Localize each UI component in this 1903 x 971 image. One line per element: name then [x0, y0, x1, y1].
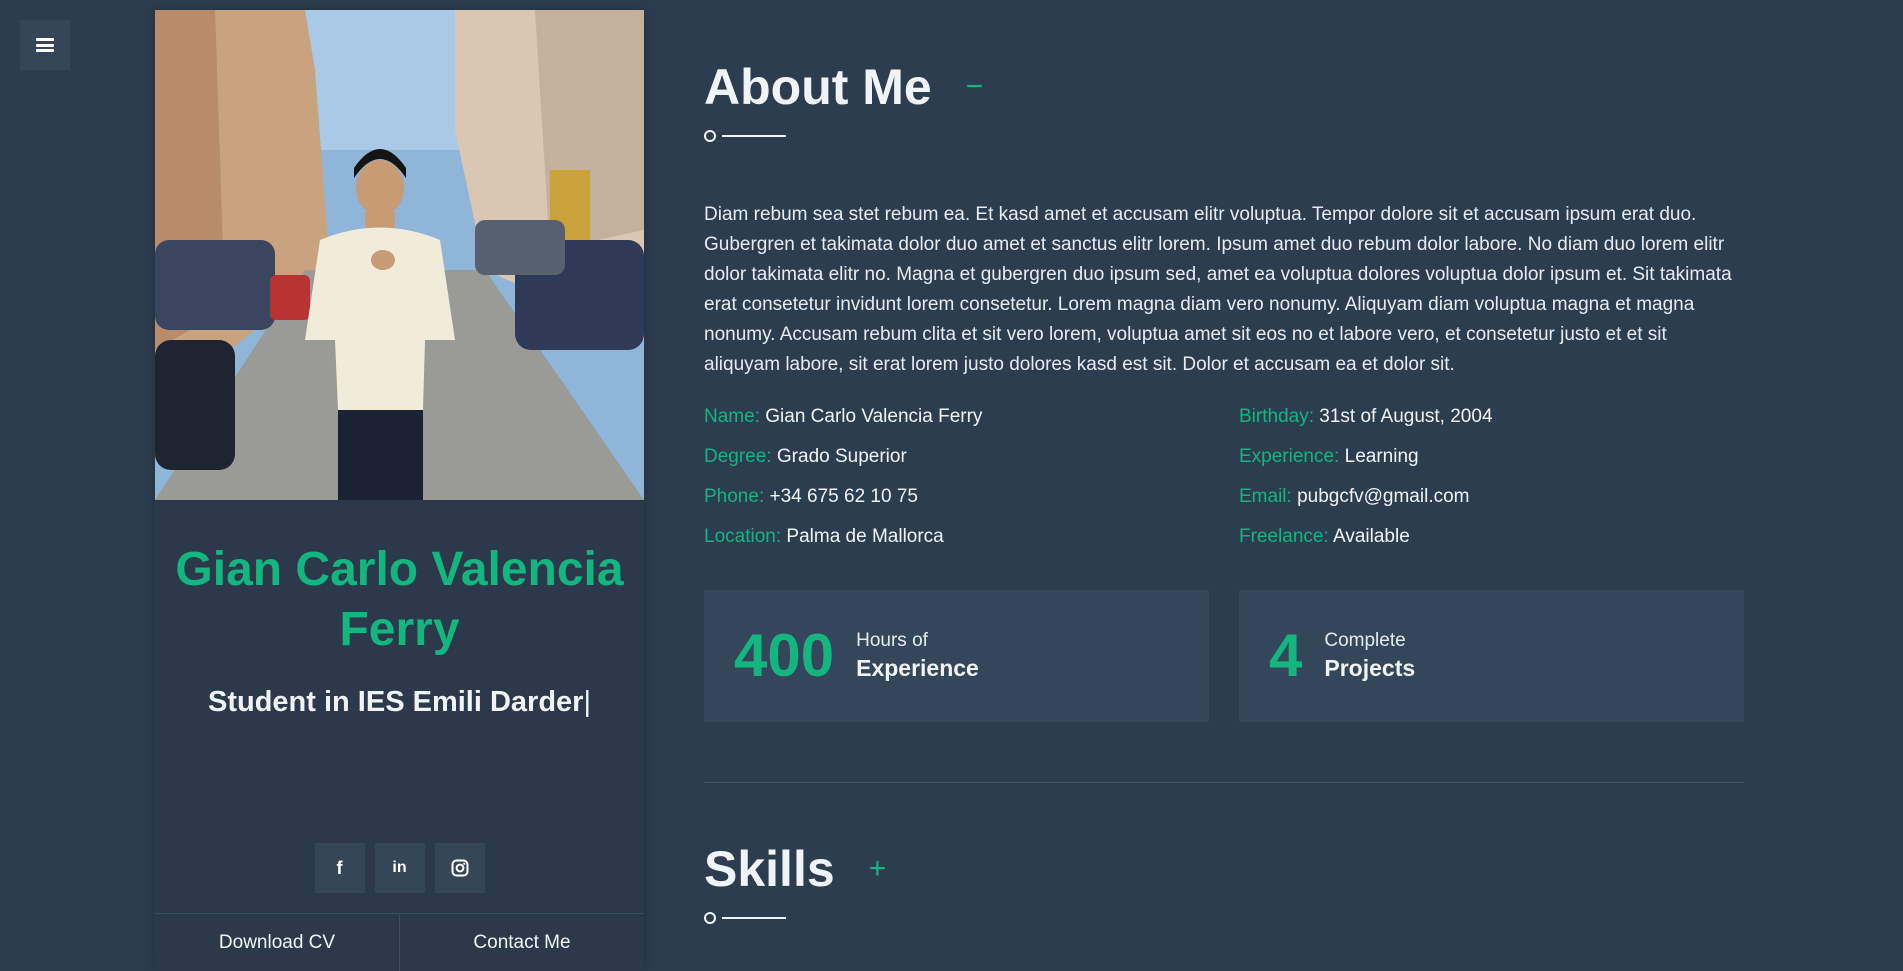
typing-cursor: | — [583, 686, 591, 718]
profile-role: Student in IES Emili Darder| — [155, 682, 644, 722]
skills-title: Skills — [704, 841, 835, 897]
info-name: Name: Gian Carlo Valencia Ferry — [704, 406, 983, 427]
expand-icon[interactable]: + — [869, 852, 887, 886]
info-freelance: Freelance: Available — [1239, 526, 1410, 547]
info-grid: Name: Gian Carlo Valencia Ferry Birthday… — [704, 405, 1744, 549]
stat-hours: 400 Hours of Experience — [704, 590, 1209, 722]
contact-me-button[interactable]: Contact Me — [399, 914, 644, 971]
stat-projects: 4 Complete Projects — [1239, 590, 1744, 722]
linkedin-icon: in — [392, 859, 407, 876]
stats: 400 Hours of Experience 4 Complete Proje… — [704, 590, 1744, 722]
stat-hours-number: 400 — [734, 622, 835, 689]
profile-role-text: Student in IES Emili Darder — [207, 686, 584, 718]
info-degree: Degree: Grado Superior — [704, 446, 907, 467]
stat-projects-number: 4 — [1269, 622, 1303, 689]
skills-section-header: Skills + — [704, 840, 886, 924]
about-title: About Me — [704, 59, 932, 115]
profile-actions: Download CV Contact Me — [155, 913, 644, 971]
title-underline — [704, 130, 983, 142]
facebook-icon: f — [336, 857, 343, 878]
collapse-icon[interactable]: − — [966, 70, 984, 104]
profile-photo — [155, 10, 644, 500]
about-text: Diam rebum sea stet rebum ea. Et kasd am… — [704, 204, 1732, 375]
info-birthday: Birthday: 31st of August, 2004 — [1239, 406, 1493, 427]
title-underline — [704, 912, 886, 924]
info-location: Location: Palma de Mallorca — [704, 526, 944, 547]
section-divider — [704, 782, 1744, 783]
profile-card: Gian Carlo Valencia Ferry Student in IES… — [155, 10, 644, 971]
instagram-button[interactable] — [434, 843, 485, 893]
download-cv-button[interactable]: Download CV — [155, 914, 399, 971]
info-phone: Phone: +34 675 62 10 75 — [704, 486, 918, 507]
profile-name: Gian Carlo Valencia Ferry — [175, 543, 624, 656]
hamburger-menu-icon — [36, 38, 54, 52]
info-experience: Experience: Learning — [1239, 446, 1419, 467]
social-links: f in — [155, 843, 644, 893]
instagram-icon — [451, 859, 468, 877]
menu-toggle-button[interactable] — [20, 20, 70, 70]
facebook-button[interactable]: f — [314, 843, 365, 893]
linkedin-button[interactable]: in — [374, 843, 425, 893]
info-email: Email: pubgcfv@gmail.com — [1239, 486, 1470, 507]
about-section-header: About Me − — [704, 58, 983, 142]
